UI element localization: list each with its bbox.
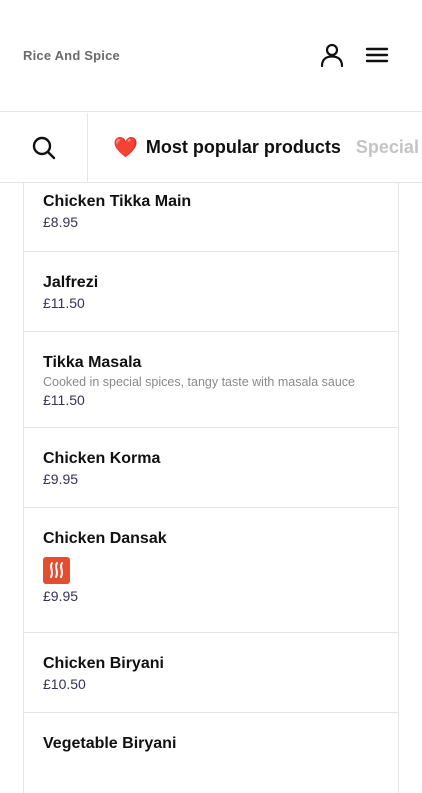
category-bar: ❤️ Most popular products Special bbox=[0, 113, 422, 183]
product-name: Chicken Biryani bbox=[43, 655, 164, 672]
heart-icon: ❤️ bbox=[113, 136, 138, 159]
product-item[interactable]: Jalfrezi £11.50 bbox=[24, 252, 398, 332]
product-name: Chicken Korma bbox=[43, 450, 161, 467]
product-price: £11.50 bbox=[43, 295, 85, 311]
app-header: Rice And Spice bbox=[0, 0, 422, 112]
tab-special[interactable]: Special bbox=[356, 137, 419, 158]
product-item[interactable]: Chicken Korma £9.95 bbox=[24, 428, 398, 508]
product-price: £9.95 bbox=[43, 471, 79, 487]
product-price: £9.95 bbox=[43, 588, 79, 604]
product-name: Jalfrezi bbox=[43, 274, 99, 291]
product-price: £8.95 bbox=[43, 214, 79, 230]
product-name: Vegetable Biryani bbox=[43, 735, 177, 752]
spicy-icon bbox=[43, 557, 70, 584]
tab-most-popular[interactable]: ❤️ Most popular products bbox=[113, 137, 341, 158]
product-name: Tikka Masala bbox=[43, 354, 142, 371]
tab-label: Special bbox=[355, 137, 419, 157]
tab-label: Most popular products bbox=[145, 137, 341, 157]
brand-name[interactable]: Rice And Spice bbox=[23, 48, 120, 63]
product-item[interactable]: Chicken Tikka Main £8.95 bbox=[24, 183, 398, 252]
product-list: Chicken Tikka Main £8.95 Jalfrezi £11.50… bbox=[23, 183, 399, 793]
product-description: Cooked in special spices, tangy taste wi… bbox=[43, 375, 355, 389]
search-icon[interactable] bbox=[0, 113, 88, 182]
category-tabs: ❤️ Most popular products Special bbox=[88, 113, 419, 182]
product-name: Chicken Tikka Main bbox=[43, 193, 192, 210]
product-name: Chicken Dansak bbox=[43, 530, 167, 547]
product-item[interactable]: Chicken Dansak £9.95 bbox=[24, 508, 398, 633]
product-item[interactable]: Tikka Masala Cooked in special spices, t… bbox=[24, 332, 398, 428]
product-item[interactable]: Vegetable Biryani bbox=[24, 713, 398, 793]
product-item[interactable]: Chicken Biryani £10.50 bbox=[24, 633, 398, 713]
product-price: £10.50 bbox=[43, 676, 86, 692]
product-price: £11.50 bbox=[43, 392, 85, 408]
hamburger-menu-icon[interactable] bbox=[362, 40, 392, 70]
user-icon[interactable] bbox=[317, 40, 347, 70]
